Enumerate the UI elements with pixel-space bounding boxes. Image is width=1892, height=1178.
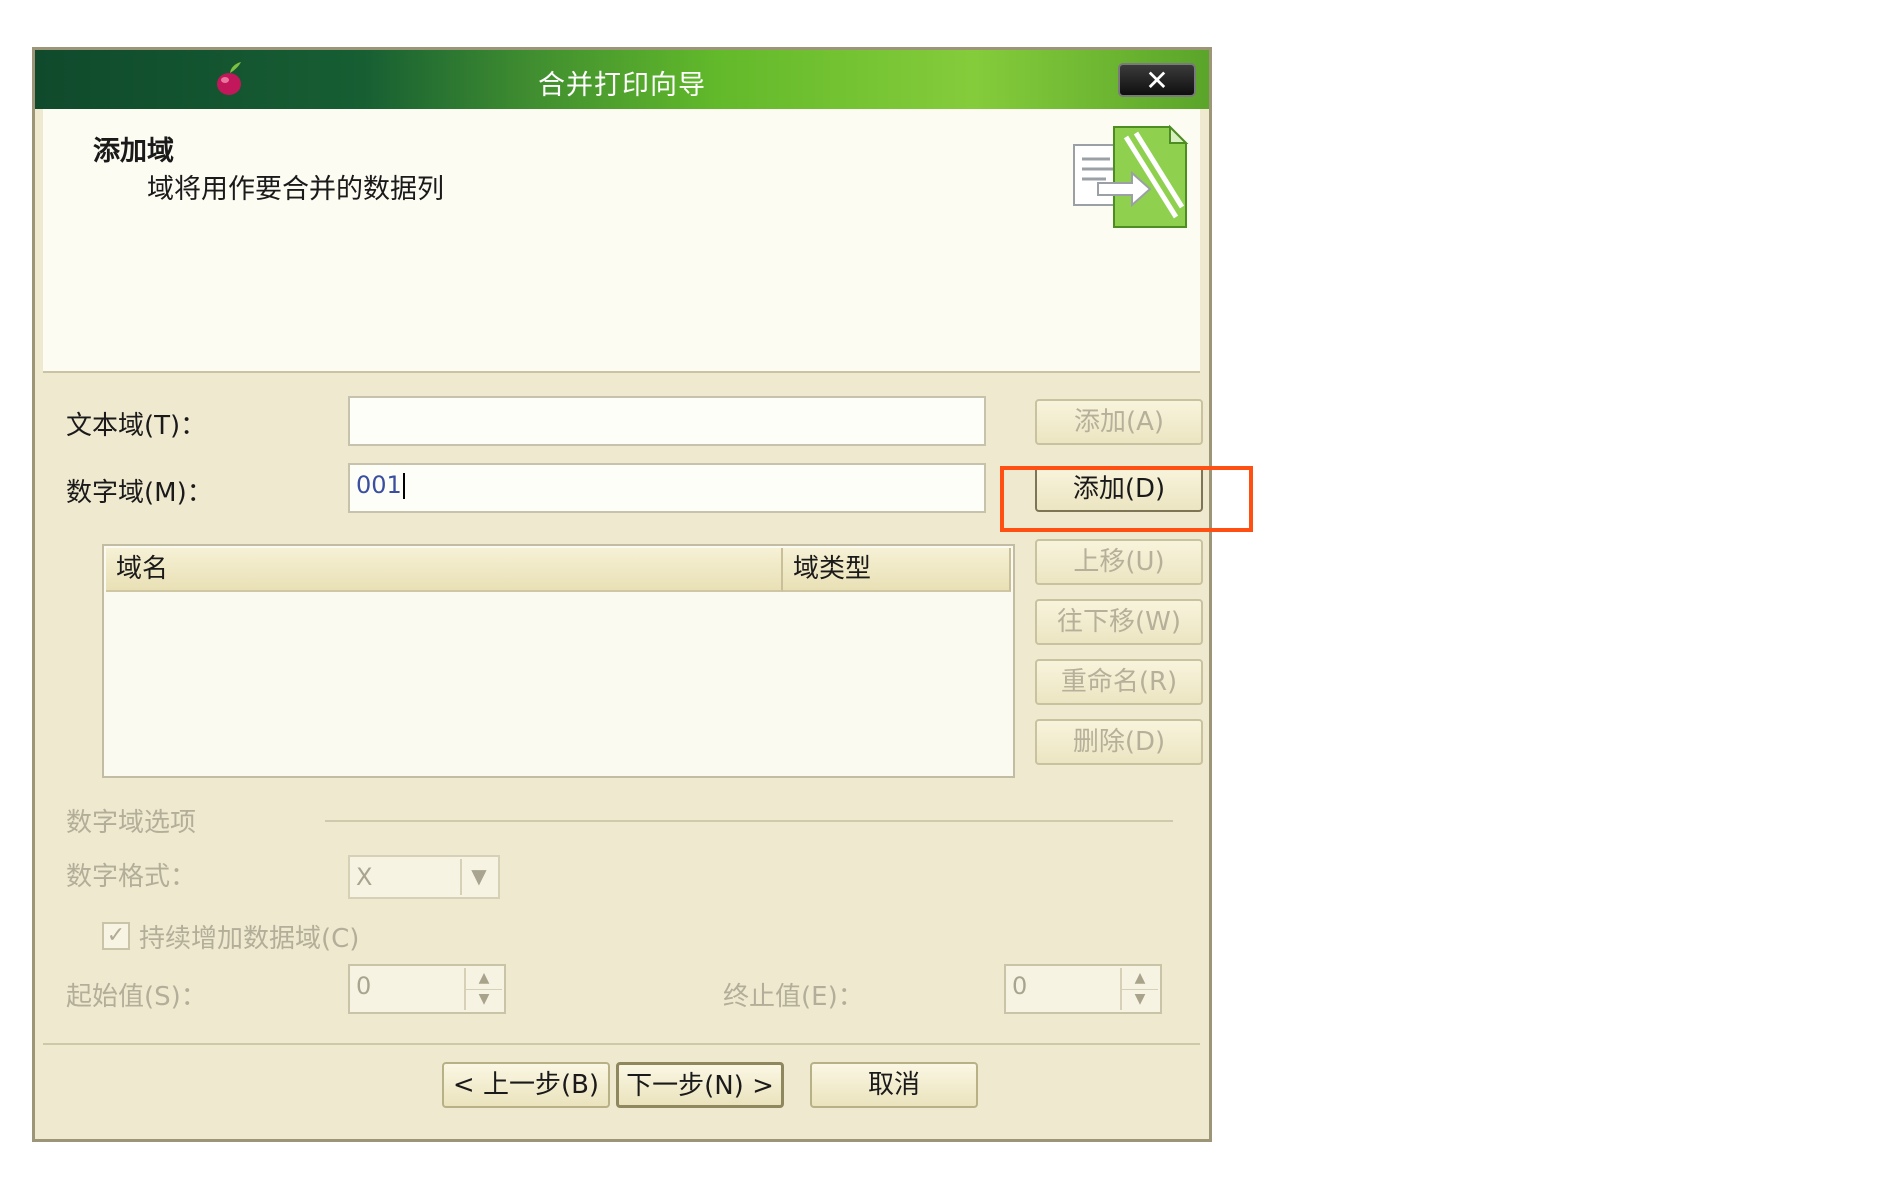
wizard-header: 添加域 域将用作要合并的数据列 bbox=[43, 109, 1200, 373]
step-title: 添加域 bbox=[93, 136, 174, 167]
chevron-down-icon[interactable]: ▼ bbox=[460, 859, 496, 895]
text-cursor bbox=[402, 473, 405, 499]
cancel-button[interactable]: 取消 bbox=[810, 1062, 978, 1108]
title-bar[interactable]: 合并打印向导 ✕ bbox=[35, 50, 1209, 109]
highlight-box bbox=[1000, 466, 1253, 532]
rename-button[interactable]: 重命名(R) bbox=[1035, 659, 1203, 705]
number-format-value: X bbox=[356, 863, 373, 891]
end-value-spinner[interactable]: 0 ▲ ▼ bbox=[1004, 964, 1162, 1014]
close-icon: ✕ bbox=[1145, 64, 1169, 97]
back-button[interactable]: < 上一步(B) bbox=[442, 1062, 610, 1108]
number-format-select[interactable]: X ▼ bbox=[348, 855, 500, 899]
document-merge-icon bbox=[1073, 124, 1189, 228]
number-field-value: 001 bbox=[356, 471, 402, 499]
window-title: 合并打印向导 bbox=[538, 70, 706, 101]
spin-down-icon[interactable]: ▼ bbox=[1120, 989, 1158, 1010]
column-header-field-type[interactable]: 域类型 bbox=[783, 548, 1011, 592]
spin-up-icon[interactable]: ▲ bbox=[464, 968, 502, 990]
move-up-button[interactable]: 上移(U) bbox=[1035, 539, 1203, 585]
merge-print-wizard-dialog: 合并打印向导 ✕ 添加域 域将用作要合并的数据列 文本域(T)： 添加(A) 数… bbox=[32, 47, 1253, 1142]
end-value-label: 终止值(E)： bbox=[723, 982, 864, 1012]
start-value-spinner[interactable]: 0 ▲ ▼ bbox=[348, 964, 506, 1014]
continuous-increase-label: 持续增加数据域(C) bbox=[139, 924, 360, 954]
move-down-button[interactable]: 往下移(W) bbox=[1035, 599, 1203, 645]
checkmark-icon: ✓ bbox=[106, 923, 126, 948]
start-value: 0 bbox=[356, 972, 372, 1000]
group-separator bbox=[325, 820, 1173, 822]
text-field-input[interactable] bbox=[348, 396, 986, 446]
continuous-increase-checkbox[interactable]: ✓ bbox=[102, 922, 130, 950]
next-button[interactable]: 下一步(N) > bbox=[616, 1062, 784, 1108]
number-field-input[interactable]: 001 bbox=[348, 463, 986, 513]
end-value: 0 bbox=[1012, 972, 1028, 1000]
field-list[interactable]: 域名 域类型 bbox=[102, 544, 1015, 778]
close-button[interactable]: ✕ bbox=[1118, 63, 1196, 97]
step-description: 域将用作要合并的数据列 bbox=[147, 174, 444, 205]
number-format-label: 数字格式： bbox=[66, 862, 197, 892]
text-field-label: 文本域(T)： bbox=[66, 411, 207, 441]
spin-down-icon[interactable]: ▼ bbox=[464, 989, 502, 1010]
start-value-label: 起始值(S)： bbox=[66, 982, 207, 1012]
column-header-field-name[interactable]: 域名 bbox=[106, 548, 783, 592]
number-field-label: 数字域(M)： bbox=[66, 478, 213, 508]
spin-up-icon[interactable]: ▲ bbox=[1120, 968, 1158, 990]
number-options-group-label: 数字域选项 bbox=[66, 808, 197, 838]
add-text-field-button[interactable]: 添加(A) bbox=[1035, 399, 1203, 445]
delete-button[interactable]: 删除(D) bbox=[1035, 719, 1203, 765]
footer-separator bbox=[43, 1043, 1200, 1045]
